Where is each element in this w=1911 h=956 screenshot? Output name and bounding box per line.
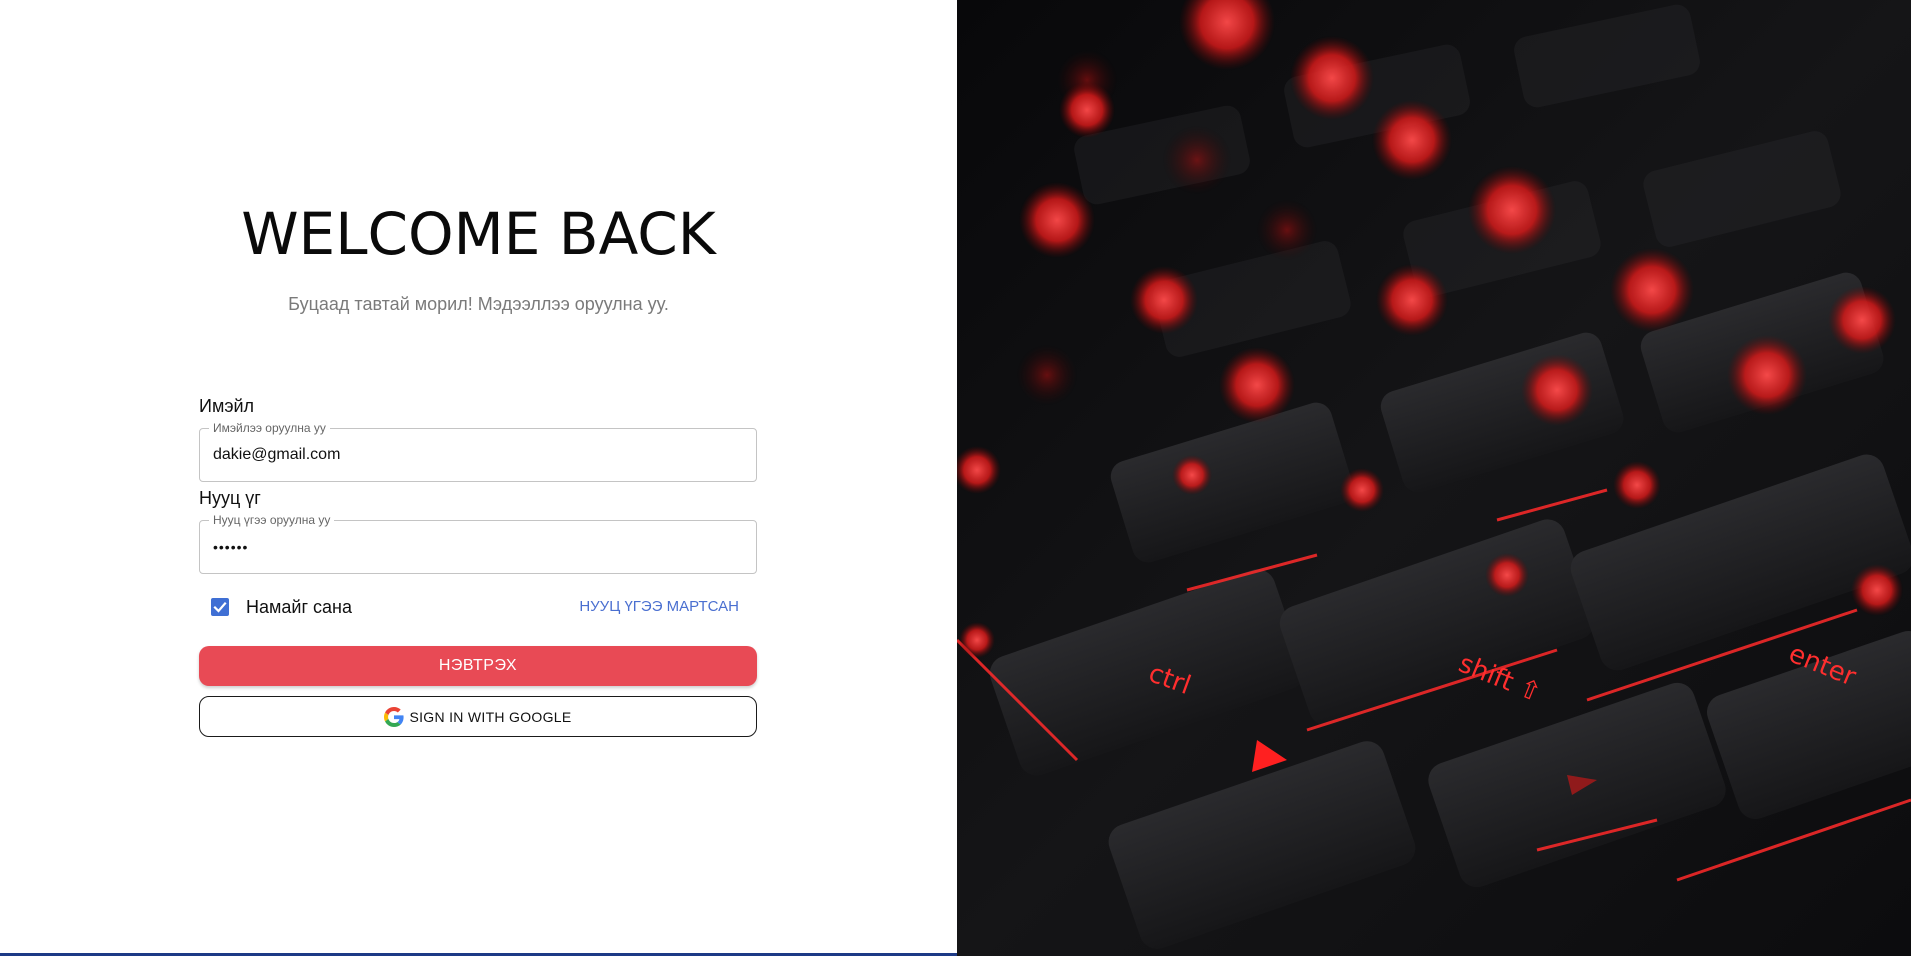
- page-subtitle: Буцаад тавтай морил! Мэдээллээ оруулна у…: [288, 294, 669, 314]
- login-panel: WELCOME BACK Буцаад тавтай морил! Мэдээл…: [0, 0, 957, 956]
- email-field-value[interactable]: dakie@gmail.com: [213, 429, 340, 481]
- password-field[interactable]: Нууц үгээ оруулна уу ••••••: [199, 513, 757, 574]
- check-icon: [213, 601, 227, 613]
- email-label: Имэйл: [199, 396, 255, 416]
- options-row: Намайг сана НУУЦ ҮГЭЭ МАРТСАН: [199, 588, 757, 628]
- page-title: WELCOME BACK: [241, 200, 716, 268]
- password-field-value[interactable]: ••••••: [213, 521, 248, 573]
- remember-me-checkbox[interactable]: [211, 598, 229, 616]
- hero-image: ctrl shift ⇧ enter: [957, 0, 1911, 956]
- login-button[interactable]: НЭВТРЭХ: [199, 646, 757, 686]
- remember-me-label[interactable]: Намайг сана: [246, 595, 352, 619]
- password-label: Нууц үг: [199, 488, 261, 508]
- keyboard-red-backlight-image: ctrl shift ⇧ enter: [957, 0, 1911, 956]
- login-form: Имэйл Имэйлээ оруулна уу dakie@gmail.com…: [199, 395, 757, 737]
- google-sign-in-button[interactable]: SIGN IN WITH GOOGLE: [199, 696, 757, 737]
- google-icon: [384, 706, 405, 727]
- google-sign-in-label: SIGN IN WITH GOOGLE: [409, 708, 572, 725]
- login-page: WELCOME BACK Буцаад тавтай морил! Мэдээл…: [0, 0, 1911, 956]
- email-field[interactable]: Имэйлээ оруулна уу dakie@gmail.com: [199, 421, 757, 482]
- forgot-password-link[interactable]: НУУЦ ҮГЭЭ МАРТСАН: [579, 597, 739, 617]
